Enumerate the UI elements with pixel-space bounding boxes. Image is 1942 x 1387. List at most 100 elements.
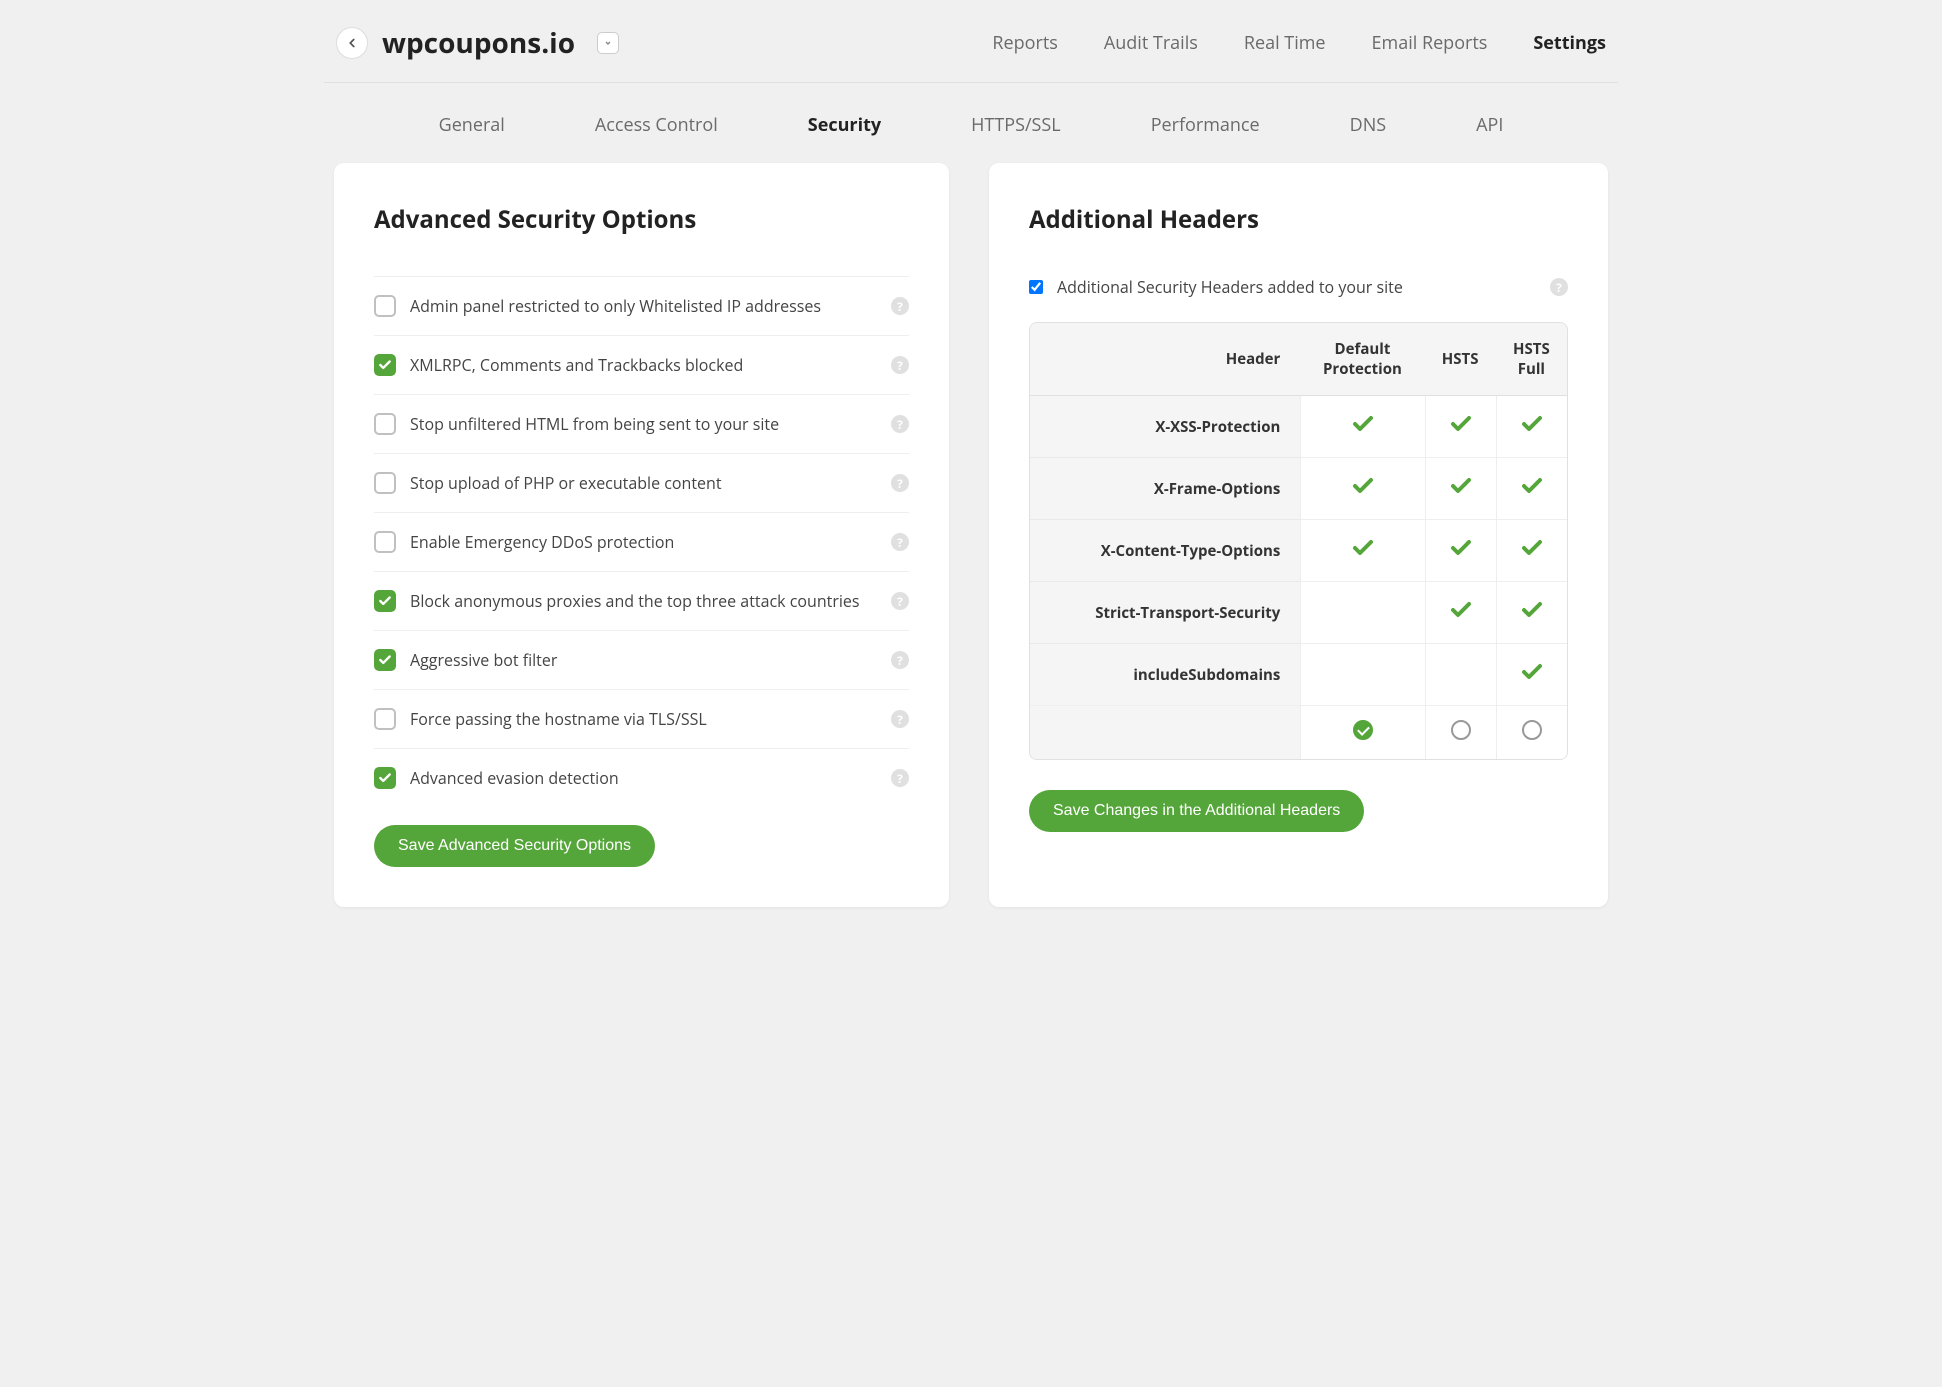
checkmark-icon <box>1449 607 1473 627</box>
protection-level-radio[interactable] <box>1451 720 1471 740</box>
checkmark-icon <box>1449 421 1473 441</box>
table-cell <box>1496 643 1567 705</box>
table-cell <box>1300 457 1424 519</box>
help-icon[interactable]: ? <box>891 415 909 433</box>
table-cell <box>1425 581 1496 643</box>
option-checkbox[interactable] <box>374 413 396 435</box>
table-row-header: X-XSS-Protection <box>1030 396 1300 457</box>
checkmark-icon <box>1520 607 1544 627</box>
table-footer-cell <box>1300 705 1424 759</box>
checkmark-icon <box>1351 545 1375 565</box>
help-icon[interactable]: ? <box>891 356 909 374</box>
table-header: Header <box>1030 323 1300 396</box>
top-nav: Reports Audit Trails Real Time Email Report… <box>992 31 1606 55</box>
protection-level-radio[interactable] <box>1353 720 1373 740</box>
table-row-header: X-Content-Type-Options <box>1030 519 1300 581</box>
table-cell <box>1300 396 1424 457</box>
option-label: XMLRPC, Comments and Trackbacks blocked <box>410 354 743 376</box>
subnav-item-dns[interactable]: DNS <box>1350 113 1386 137</box>
table-cell <box>1496 519 1567 581</box>
option-checkbox[interactable] <box>374 472 396 494</box>
option-checkbox[interactable] <box>374 354 396 376</box>
table-cell <box>1425 457 1496 519</box>
option-row: Aggressive bot filter? <box>374 630 909 689</box>
table-row-header: Strict-Transport-Security <box>1030 581 1300 643</box>
option-checkbox[interactable] <box>374 590 396 612</box>
checkmark-icon <box>1351 421 1375 441</box>
table-header: HSTSFull <box>1496 323 1567 396</box>
topnav-item-email-reports[interactable]: Email Reports <box>1372 31 1488 55</box>
additional-headers-checkbox[interactable] <box>1029 280 1043 294</box>
checkmark-icon <box>1351 483 1375 503</box>
topnav-item-audit-trails[interactable]: Audit Trails <box>1104 31 1198 55</box>
table-cell <box>1300 643 1424 705</box>
topnav-item-reports[interactable]: Reports <box>992 31 1057 55</box>
subnav-item-performance[interactable]: Performance <box>1151 113 1260 137</box>
additional-headers-panel: Additional Headers Additional Security H… <box>989 163 1608 907</box>
help-icon[interactable]: ? <box>1550 278 1568 296</box>
option-label: Block anonymous proxies and the top thre… <box>410 590 860 612</box>
checkmark-icon <box>1520 669 1544 689</box>
table-footer-cell <box>1425 705 1496 759</box>
panel-title: Additional Headers <box>1029 203 1568 236</box>
site-selector-dropdown[interactable] <box>597 32 619 54</box>
site-title: wpcoupons.io <box>382 24 575 62</box>
table-header: HSTS <box>1425 323 1496 396</box>
panel-title: Advanced Security Options <box>374 203 909 236</box>
option-row: Enable Emergency DDoS protection? <box>374 512 909 571</box>
option-row: Force passing the hostname via TLS/SSL? <box>374 689 909 748</box>
table-cell <box>1496 457 1567 519</box>
option-checkbox[interactable] <box>374 295 396 317</box>
help-icon[interactable]: ? <box>891 710 909 728</box>
table-header: DefaultProtection <box>1300 323 1424 396</box>
sub-nav: General Access Control Security HTTPS/SSL Pe… <box>324 83 1618 163</box>
checkmark-icon <box>1520 421 1544 441</box>
option-label: Aggressive bot filter <box>410 649 557 671</box>
back-button[interactable] <box>336 27 368 59</box>
help-icon[interactable]: ? <box>891 474 909 492</box>
advanced-security-panel: Advanced Security Options Admin panel re… <box>334 163 949 907</box>
save-additional-headers-button[interactable]: Save Changes in the Additional Headers <box>1029 790 1364 832</box>
headers-table: HeaderDefaultProtectionHSTSHSTSFull X-XSS… <box>1029 322 1568 760</box>
option-label: Force passing the hostname via TLS/SSL <box>410 708 707 730</box>
save-advanced-security-button[interactable]: Save Advanced Security Options <box>374 825 655 867</box>
checkmark-icon <box>1520 483 1544 503</box>
option-label: Advanced evasion detection <box>410 767 619 789</box>
option-label: Admin panel restricted to only Whitelist… <box>410 295 821 317</box>
subnav-item-security[interactable]: Security <box>808 113 881 137</box>
subnav-item-api[interactable]: API <box>1476 113 1503 137</box>
option-row: Stop unfiltered HTML from being sent to … <box>374 394 909 453</box>
option-label: Stop upload of PHP or executable content <box>410 472 722 494</box>
option-row: XMLRPC, Comments and Trackbacks blocked? <box>374 335 909 394</box>
topnav-item-real-time[interactable]: Real Time <box>1244 31 1326 55</box>
option-row: Block anonymous proxies and the top thre… <box>374 571 909 630</box>
checkmark-icon <box>1520 545 1544 565</box>
table-cell <box>1425 396 1496 457</box>
table-cell <box>1425 643 1496 705</box>
option-checkbox[interactable] <box>374 649 396 671</box>
option-row: Admin panel restricted to only Whitelist… <box>374 276 909 335</box>
table-row-header: includeSubdomains <box>1030 643 1300 705</box>
option-checkbox[interactable] <box>374 531 396 553</box>
option-checkbox[interactable] <box>374 767 396 789</box>
option-row: Advanced evasion detection? <box>374 748 909 807</box>
additional-headers-label: Additional Security Headers added to you… <box>1057 276 1403 298</box>
option-label: Stop unfiltered HTML from being sent to … <box>410 413 779 435</box>
subnav-item-https-ssl[interactable]: HTTPS/SSL <box>971 113 1061 137</box>
option-checkbox[interactable] <box>374 708 396 730</box>
subnav-item-access-control[interactable]: Access Control <box>595 113 718 137</box>
arrow-left-icon <box>345 36 359 50</box>
help-icon[interactable]: ? <box>891 533 909 551</box>
topnav-item-settings[interactable]: Settings <box>1533 31 1606 55</box>
checkmark-icon <box>1449 545 1473 565</box>
help-icon[interactable]: ? <box>891 651 909 669</box>
option-label: Enable Emergency DDoS protection <box>410 531 674 553</box>
help-icon[interactable]: ? <box>891 297 909 315</box>
help-icon[interactable]: ? <box>891 592 909 610</box>
help-icon[interactable]: ? <box>891 769 909 787</box>
protection-level-radio[interactable] <box>1522 720 1542 740</box>
subnav-item-general[interactable]: General <box>439 113 505 137</box>
chevron-down-icon <box>604 39 612 47</box>
table-cell <box>1496 396 1567 457</box>
checkmark-icon <box>1449 483 1473 503</box>
